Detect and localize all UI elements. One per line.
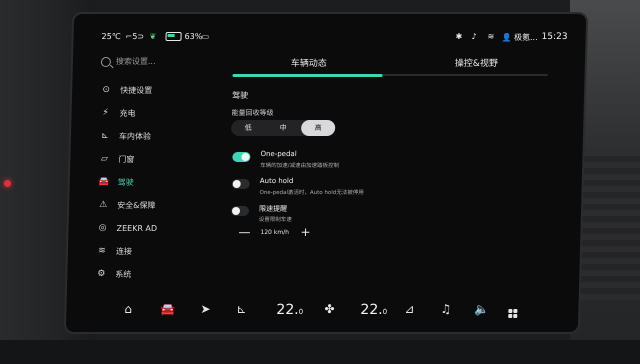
auto-hold-desc: One-pedal激活时，Auto hold无法被停用: [259, 190, 364, 196]
sidebar-item-label: 驾驶: [117, 177, 134, 187]
search-icon: [100, 56, 112, 67]
regen-level-selector: 低 中 高: [230, 120, 336, 136]
car-icon: 🚘: [98, 177, 110, 187]
settings-sidebar: 搜索设置... ⊙ 快捷设置 ⚡ 充电 ⊾ 车内体验 ▱ 门窗 🚘 驾驶 ⚠ 安全&保障 ◎…: [83, 54, 199, 284]
fan-icon[interactable]: ✤: [324, 302, 334, 316]
toggle-knob: [241, 153, 250, 161]
bottom-dock: ⌂ 🚘 ➤ ⊾ 22.0 ✤ 22.0 ⊿ ♫ 🔈: [66, 294, 579, 332]
auto-hold-toggle[interactable]: [231, 179, 250, 189]
card-icon: ▭: [201, 32, 210, 41]
app-grid-icon[interactable]: [508, 302, 518, 318]
section-title: 驾驶: [231, 91, 249, 100]
one-pedal-desc: 车辆的加速/减速由加速踏板控制: [260, 163, 340, 169]
auto-hold-title: Auto hold: [259, 177, 294, 185]
passenger-seat-icon[interactable]: ⊿: [404, 302, 414, 316]
passenger-temp-decimal: 0: [382, 308, 388, 316]
user-name: 极氪...: [513, 33, 538, 42]
speed-increase-button[interactable]: +: [300, 225, 310, 239]
sidebar-item-label: 系统: [115, 269, 132, 279]
driver-temp-value: 22.: [276, 302, 299, 318]
sidebar-item-label: 快捷设置: [120, 85, 153, 95]
passenger-temp-value: 22.: [360, 302, 383, 318]
status-bar: 25℃ ⌐5⊃ ❦ 63% ▭ ✱ ♪ ≋ 👤 极氪... 15:23: [73, 14, 586, 56]
toggle-knob: [232, 180, 241, 188]
one-pedal-toggle[interactable]: [232, 152, 251, 162]
warning-light: [4, 180, 11, 187]
search-input[interactable]: 搜索设置...: [100, 56, 181, 72]
car-settings-icon[interactable]: 🚘: [160, 302, 175, 316]
regen-level-label: 能量回收等级: [231, 109, 274, 117]
speed-limit-title: 限速提醒: [258, 205, 288, 213]
sidebar-item-doors[interactable]: ▱ 门窗: [98, 151, 135, 167]
toggle-knob: [231, 207, 241, 215]
passenger-temperature[interactable]: 22.0: [360, 302, 387, 318]
search-placeholder: 搜索设置...: [115, 57, 156, 66]
sidebar-item-safety[interactable]: ⚠ 安全&保障: [97, 197, 156, 213]
sidebar-item-zeekr-ad[interactable]: ◎ ZEEKR AD: [96, 220, 157, 236]
zeekr-ad-icon: ◎: [98, 223, 107, 233]
warning-triangle-icon: ⚠: [98, 200, 108, 210]
wifi-status-icon: ≋: [487, 32, 495, 41]
driver-temperature[interactable]: 22.0: [276, 302, 303, 318]
bluetooth-icon: ✱: [455, 32, 463, 41]
sidebar-item-driving[interactable]: 🚘 驾驶: [98, 174, 134, 190]
speed-limit-value: 120 km/h: [260, 229, 290, 236]
range-value: 5: [132, 32, 138, 41]
tab-handling-view[interactable]: 操控&视野: [455, 56, 498, 69]
gear-icon: ⚙: [97, 269, 106, 279]
mic-icon: ♪: [471, 32, 477, 41]
outside-temp: 25℃: [101, 32, 121, 41]
music-icon[interactable]: ♫: [440, 302, 451, 316]
speed-decrease-button[interactable]: —: [238, 225, 250, 239]
clock: 15:23: [541, 32, 568, 42]
sidebar-item-label: 门窗: [118, 154, 135, 164]
seat-icon: ⊾: [101, 131, 109, 141]
one-pedal-title: One-pedal: [260, 150, 297, 158]
sidebar-item-connect[interactable]: ≋ 连接: [96, 243, 132, 259]
center-display: 25℃ ⌐5⊃ ❦ 63% ▭ ✱ ♪ ≋ 👤 极氪... 15:23 搜索设置…: [63, 12, 589, 334]
regen-option-low[interactable]: 低: [231, 120, 265, 136]
sidebar-item-label: 连接: [115, 246, 133, 256]
volume-icon[interactable]: 🔈: [474, 302, 489, 316]
sidebar-item-label: 车内体验: [118, 131, 152, 141]
sidebar-item-label: 充电: [119, 108, 136, 118]
speed-limit-toggle[interactable]: [230, 206, 250, 216]
charging-icon: ⚡: [102, 108, 109, 118]
vehicle-range-icon: ⌐5⊃: [125, 32, 145, 41]
driver-temp-decimal: 0: [298, 308, 304, 316]
battery-icon: [165, 32, 182, 41]
sidebar-item-charging[interactable]: ⚡ 充电: [99, 105, 135, 121]
navigation-icon[interactable]: ➤: [200, 302, 210, 316]
tab-vehicle-dynamics[interactable]: 车辆动态: [291, 56, 327, 69]
sidebar-item-cabin[interactable]: ⊾ 车内体验: [99, 128, 151, 144]
door-icon: ▱: [100, 154, 108, 164]
sidebar-item-system[interactable]: ⚙ 系统: [95, 266, 131, 282]
regen-option-medium[interactable]: 中: [266, 120, 300, 136]
cabin-bottom: [0, 340, 640, 364]
sidebar-item-label: ZEEKR AD: [116, 223, 158, 233]
regen-option-high[interactable]: 高: [300, 120, 336, 136]
battery-status: 63%: [165, 32, 202, 41]
speed-limit-desc: 设置限制车速: [258, 217, 292, 223]
user-profile[interactable]: 👤 极氪...: [501, 32, 537, 43]
driver-seat-icon[interactable]: ⊾: [236, 302, 246, 316]
quick-settings-icon: ⊙: [102, 85, 111, 95]
wifi-icon: ≋: [98, 246, 106, 256]
tab-bar: 车辆动态 操控&视野: [232, 56, 548, 78]
sidebar-item-quick-settings[interactable]: ⊙ 快捷设置: [100, 82, 152, 98]
tab-active-indicator: [232, 74, 383, 77]
driving-settings-panel: 驾驶 能量回收等级 低 中 高 One-pedal 车辆的加速/减速由加速踏板控…: [227, 90, 552, 270]
battery-percent: 63%: [184, 32, 203, 41]
home-icon[interactable]: ⌂: [124, 302, 132, 316]
sidebar-item-label: 安全&保障: [117, 200, 156, 210]
eco-leaf-icon: ❦: [149, 32, 157, 41]
